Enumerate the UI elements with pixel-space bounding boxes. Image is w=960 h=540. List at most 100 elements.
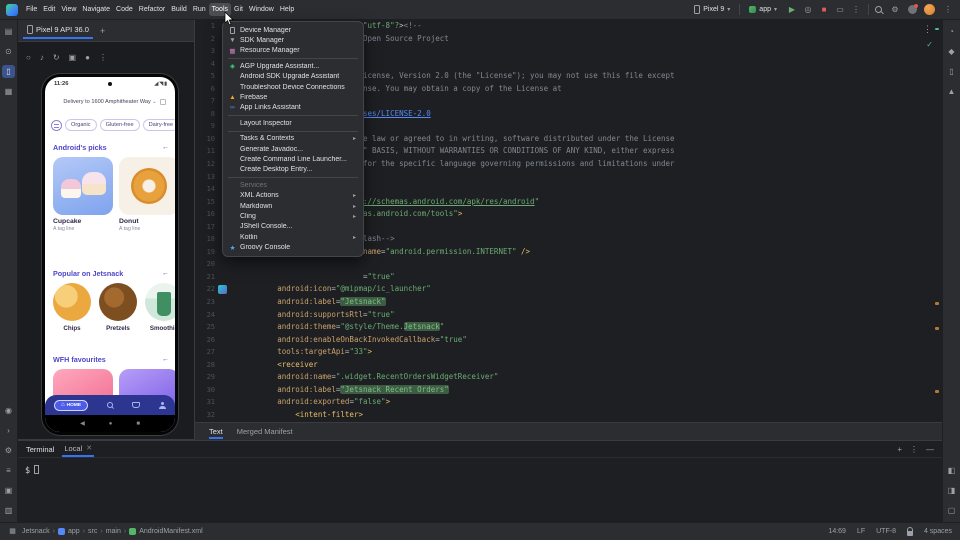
project-icon[interactable]: ▤ <box>2 25 15 38</box>
nav-profile-icon[interactable] <box>159 402 166 409</box>
terminal-icon[interactable]: › <box>2 424 15 437</box>
code-line[interactable]: 27 tools:targetApi="33"> <box>195 346 942 359</box>
code-line[interactable]: 30 android:label="Jetsnack Recent Orders… <box>195 384 942 397</box>
menu-item-troubleshoot-device-connections[interactable]: Troubleshoot Device Connections <box>223 82 363 92</box>
line-number[interactable]: 16 <box>197 208 215 221</box>
snack-card[interactable]: DonutA tag line <box>119 157 175 232</box>
code-line[interactable]: 26 android:enableOnBackInvokedCallback="… <box>195 334 942 347</box>
menu-run[interactable]: Run <box>190 3 209 16</box>
line-number[interactable]: 17 <box>197 221 215 234</box>
emulator-icon[interactable]: ▢ <box>945 504 958 517</box>
logcat-icon[interactable]: ◉ <box>2 404 15 417</box>
stop-icon[interactable]: ■ <box>818 4 830 16</box>
line-number[interactable]: 10 <box>197 133 215 146</box>
line-number[interactable]: 9 <box>197 120 215 133</box>
code-line[interactable]: 32 <intent-filter> <box>195 409 942 422</box>
code-line[interactable]: 21 ="true" <box>195 271 942 284</box>
menu-item-create-desktop-entry[interactable]: Create Desktop Entry... <box>223 165 363 175</box>
menu-view[interactable]: View <box>58 3 79 16</box>
rotate-icon[interactable]: ↻ <box>53 53 60 62</box>
line-number[interactable]: 30 <box>197 384 215 397</box>
emulator-screen[interactable]: 11:26 ◢◥▮ Delivery to 1600 Amphitheater … <box>45 77 175 432</box>
filter-icon[interactable] <box>51 120 62 131</box>
code-line[interactable]: 29 android:name=".widget.RecentOrdersWid… <box>195 371 942 384</box>
code-line[interactable]: 20 <box>195 258 942 271</box>
line-ending-widget[interactable]: LF <box>857 528 865 535</box>
code-line[interactable]: 25 android:theme="@style/Theme.Jetsnack" <box>195 321 942 334</box>
power-icon[interactable]: ○ <box>26 53 31 62</box>
layout-inspector-icon[interactable]: ◨ <box>945 484 958 497</box>
snapshot-icon[interactable]: ▣ <box>69 53 77 62</box>
snack-item[interactable]: Chips <box>53 283 91 332</box>
tab-text[interactable]: Text <box>209 424 223 439</box>
notifications-icon[interactable] <box>908 5 917 14</box>
line-number[interactable]: 11 <box>197 145 215 158</box>
menu-item-android-sdk-upgrade-assistant[interactable]: Android SDK Upgrade Assistant <box>223 72 363 82</box>
menu-item-resource-manager[interactable]: ▦Resource Manager <box>223 46 363 56</box>
breadcrumb-item[interactable]: src <box>88 528 97 535</box>
line-number[interactable]: 27 <box>197 346 215 359</box>
line-number[interactable]: 28 <box>197 359 215 372</box>
menu-build[interactable]: Build <box>168 3 190 16</box>
breadcrumb-item[interactable]: main <box>106 528 121 535</box>
lock-icon[interactable] <box>907 531 913 536</box>
snack-card[interactable]: CupcakeA tag line <box>53 157 113 232</box>
build-icon[interactable]: ⚙ <box>2 444 15 457</box>
menu-item-cling[interactable]: Cling▸ <box>223 211 363 221</box>
terminal-tab-local[interactable]: Local ✕ <box>62 442 94 457</box>
settings-icon[interactable]: ⚙ <box>889 4 901 16</box>
run-config-selector[interactable]: app ▾ <box>746 5 780 14</box>
menu-code[interactable]: Code <box>113 3 136 16</box>
recents-icon[interactable]: ■ <box>136 421 140 427</box>
snack-item[interactable]: Smoothie <box>145 283 175 332</box>
todo-icon[interactable]: ≡ <box>2 464 15 477</box>
line-number[interactable]: 31 <box>197 396 215 409</box>
search-icon[interactable] <box>875 6 882 13</box>
indent-widget[interactable]: 4 spaces <box>924 528 952 535</box>
scrollbar-mark[interactable] <box>935 302 939 305</box>
running-devices-icon[interactable]: ▯ <box>2 65 15 78</box>
avatar[interactable] <box>924 4 935 15</box>
menu-help[interactable]: Help <box>277 3 297 16</box>
new-terminal-button[interactable]: + <box>897 445 902 454</box>
notifications-icon[interactable]: ◔ <box>945 25 958 38</box>
device-manager-icon[interactable]: ▯ <box>945 65 958 78</box>
menu-item-layout-inspector[interactable]: Layout Inspector <box>223 118 363 128</box>
menu-item-device-manager[interactable]: Device Manager <box>223 25 363 35</box>
scrollbar-mark[interactable] <box>935 327 939 330</box>
nav-search-icon[interactable] <box>107 402 113 408</box>
arrow-left-icon[interactable]: ← <box>162 270 169 277</box>
device-explorer-icon[interactable]: ▥ <box>2 504 15 517</box>
line-number[interactable]: 24 <box>197 309 215 322</box>
arrow-left-icon[interactable]: ← <box>162 144 169 151</box>
address-action-icon[interactable] <box>160 99 166 105</box>
caret-position-widget[interactable]: 14:69 <box>828 528 846 535</box>
line-number[interactable]: 7 <box>197 95 215 108</box>
chip-dairy-free[interactable]: Dairy-free <box>143 119 175 131</box>
run-icon[interactable]: ▶ <box>786 4 798 16</box>
line-number[interactable]: 32 <box>197 409 215 422</box>
nav-home-button[interactable]: ⌂ HOME <box>54 400 88 411</box>
menu-item-sdk-manager[interactable]: ▼SDK Manager <box>223 35 363 45</box>
line-number[interactable]: 15 <box>197 196 215 209</box>
tab-merged-manifest[interactable]: Merged Manifest <box>237 427 293 436</box>
editor-more-icon[interactable]: ⋮ <box>923 24 932 35</box>
chip-gluten-free[interactable]: Gluten-free <box>100 119 140 131</box>
chip-organic[interactable]: Organic <box>65 119 97 131</box>
line-number[interactable]: 13 <box>197 171 215 184</box>
arrow-left-icon[interactable]: ← <box>162 356 169 363</box>
line-number[interactable]: 1 <box>197 20 215 33</box>
menu-item-app-links-assistant[interactable]: ∞App Links Assistant <box>223 103 363 113</box>
code-line[interactable]: 28 <receiver <box>195 359 942 372</box>
menu-file[interactable]: File <box>23 3 40 16</box>
line-number[interactable]: 8 <box>197 108 215 121</box>
nav-cart-icon[interactable] <box>132 402 140 408</box>
breadcrumb-item[interactable]: app <box>58 528 80 535</box>
code-line[interactable]: 22 android:icon="@mipmap/ic_launcher" <box>195 283 942 296</box>
line-number[interactable]: 3 <box>197 45 215 58</box>
device-tab[interactable]: Pixel 9 API 36.0 <box>23 22 93 39</box>
more-icon[interactable]: ⋮ <box>99 53 107 62</box>
scrollbar-mark[interactable] <box>935 28 939 30</box>
line-number[interactable]: 22 <box>197 283 215 296</box>
close-icon[interactable]: ✕ <box>86 444 92 452</box>
